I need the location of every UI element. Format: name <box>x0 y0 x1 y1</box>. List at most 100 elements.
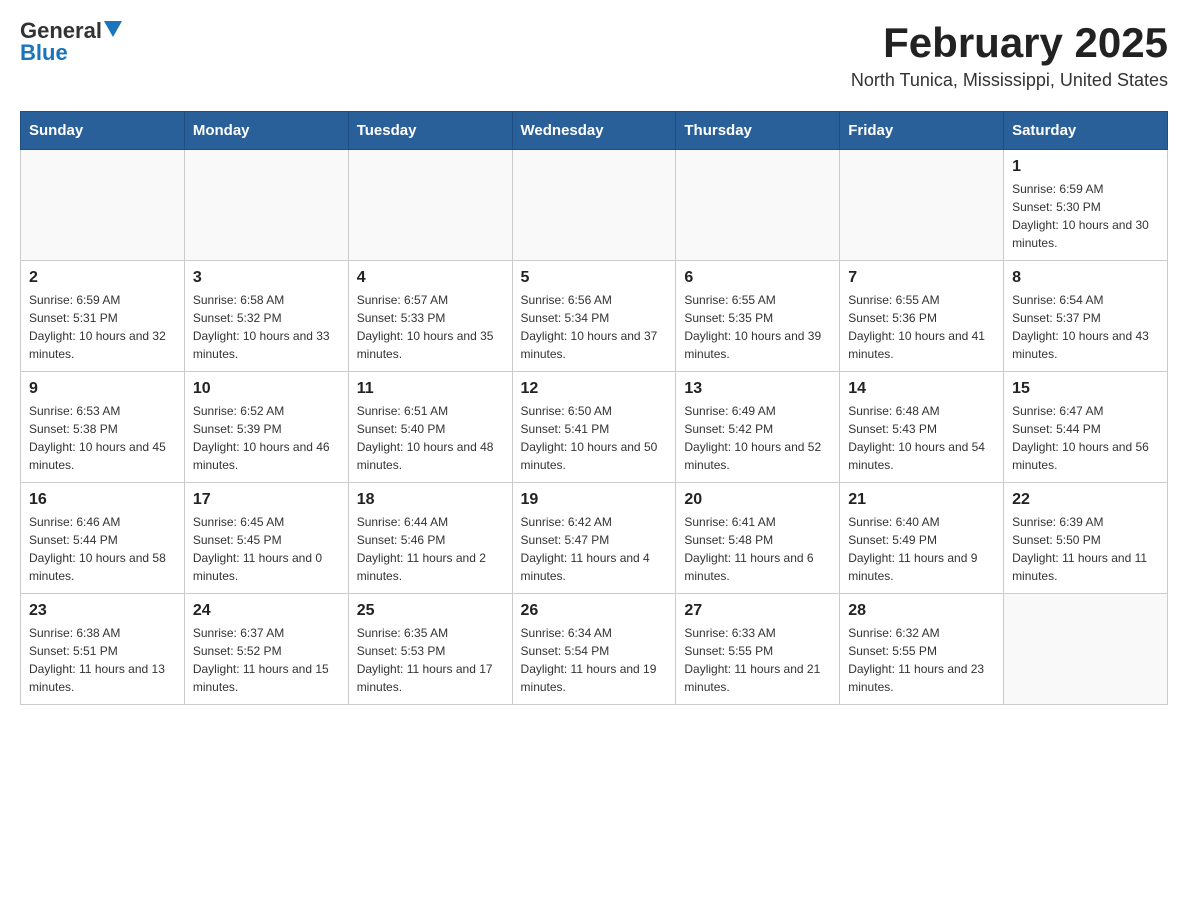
day-number: 1 <box>1012 158 1159 176</box>
calendar-day-cell: 17Sunrise: 6:45 AMSunset: 5:45 PMDayligh… <box>184 483 348 594</box>
day-number: 12 <box>521 380 668 398</box>
calendar-day-header: Tuesday <box>348 112 512 150</box>
day-number: 18 <box>357 491 504 509</box>
calendar-day-header: Saturday <box>1004 112 1168 150</box>
calendar-day-cell: 23 Sunrise: 6:38 AMSunset: 5:51 PMDayligh… <box>21 594 185 705</box>
day-number: 24 <box>193 602 340 620</box>
day-info: Sunrise: 6:55 AMSunset: 5:35 PMDaylight:… <box>684 291 831 363</box>
calendar-day-cell: 3 Sunrise: 6:58 AMSunset: 5:32 PMDaylight… <box>184 261 348 372</box>
calendar-day-header: Monday <box>184 112 348 150</box>
day-info: Sunrise: 6:59 AMSunset: 5:30 PMDaylight:… <box>1012 180 1159 252</box>
day-info: Sunrise: 6:58 AMSunset: 5:32 PMDaylight:… <box>193 291 340 363</box>
day-info: Sunrise: 6:35 AMSunset: 5:53 PMDaylight:… <box>357 624 504 696</box>
calendar-day-header: Wednesday <box>512 112 676 150</box>
day-info: Sunrise: 6:34 AMSunset: 5:54 PMDaylight:… <box>521 624 668 696</box>
page-header: General Blue February 2025 North Tunica,… <box>20 20 1168 91</box>
day-number: 25 <box>357 602 504 620</box>
day-info: Sunrise: 6:47 AMSunset: 5:44 PMDaylight:… <box>1012 402 1159 474</box>
calendar-day-cell: 6 Sunrise: 6:55 AMSunset: 5:35 PMDaylight… <box>676 261 840 372</box>
day-number: 17 <box>193 491 340 509</box>
calendar-day-cell <box>840 150 1004 261</box>
calendar-day-cell <box>512 150 676 261</box>
calendar-day-cell: 16Sunrise: 6:46 AMSunset: 5:44 PMDayligh… <box>21 483 185 594</box>
title-area: February 2025 North Tunica, Mississippi,… <box>851 20 1168 91</box>
calendar-day-cell: 14 Sunrise: 6:48 AMSunset: 5:43 PMDayligh… <box>840 372 1004 483</box>
calendar-week-row: 16Sunrise: 6:46 AMSunset: 5:44 PMDayligh… <box>21 483 1168 594</box>
calendar-day-cell <box>1004 594 1168 705</box>
day-number: 5 <box>521 269 668 287</box>
calendar-day-cell: 26 Sunrise: 6:34 AMSunset: 5:54 PMDayligh… <box>512 594 676 705</box>
day-number: 11 <box>357 380 504 398</box>
calendar-day-cell: 8 Sunrise: 6:54 AMSunset: 5:37 PMDaylight… <box>1004 261 1168 372</box>
calendar-day-cell: 25 Sunrise: 6:35 AMSunset: 5:53 PMDayligh… <box>348 594 512 705</box>
calendar-day-cell: 7 Sunrise: 6:55 AMSunset: 5:36 PMDaylight… <box>840 261 1004 372</box>
day-info: Sunrise: 6:55 AMSunset: 5:36 PMDaylight:… <box>848 291 995 363</box>
day-number: 7 <box>848 269 995 287</box>
calendar-week-row: 9Sunrise: 6:53 AMSunset: 5:38 PMDaylight… <box>21 372 1168 483</box>
calendar-day-cell: 19 Sunrise: 6:42 AMSunset: 5:47 PMDayligh… <box>512 483 676 594</box>
day-number: 23 <box>29 602 176 620</box>
day-number: 4 <box>357 269 504 287</box>
calendar-day-cell: 1 Sunrise: 6:59 AMSunset: 5:30 PMDaylight… <box>1004 150 1168 261</box>
day-info: Sunrise: 6:48 AMSunset: 5:43 PMDaylight:… <box>848 402 995 474</box>
day-number: 27 <box>684 602 831 620</box>
day-info: Sunrise: 6:37 AMSunset: 5:52 PMDaylight:… <box>193 624 340 696</box>
day-info: Sunrise: 6:51 AMSunset: 5:40 PMDaylight:… <box>357 402 504 474</box>
calendar-day-cell: 13Sunrise: 6:49 AMSunset: 5:42 PMDayligh… <box>676 372 840 483</box>
day-info: Sunrise: 6:50 AMSunset: 5:41 PMDaylight:… <box>521 402 668 474</box>
day-number: 2 <box>29 269 176 287</box>
day-info: Sunrise: 6:56 AMSunset: 5:34 PMDaylight:… <box>521 291 668 363</box>
calendar-day-cell: 28 Sunrise: 6:32 AMSunset: 5:55 PMDayligh… <box>840 594 1004 705</box>
calendar-day-cell: 10Sunrise: 6:52 AMSunset: 5:39 PMDayligh… <box>184 372 348 483</box>
day-info: Sunrise: 6:49 AMSunset: 5:42 PMDaylight:… <box>684 402 831 474</box>
day-info: Sunrise: 6:59 AMSunset: 5:31 PMDaylight:… <box>29 291 176 363</box>
day-number: 14 <box>848 380 995 398</box>
calendar-day-cell: 27 Sunrise: 6:33 AMSunset: 5:55 PMDayligh… <box>676 594 840 705</box>
day-number: 3 <box>193 269 340 287</box>
calendar-day-cell: 24 Sunrise: 6:37 AMSunset: 5:52 PMDayligh… <box>184 594 348 705</box>
calendar-week-row: 23 Sunrise: 6:38 AMSunset: 5:51 PMDayligh… <box>21 594 1168 705</box>
day-info: Sunrise: 6:44 AMSunset: 5:46 PMDaylight:… <box>357 513 504 585</box>
logo-arrow-icon <box>104 21 122 37</box>
calendar-table: SundayMondayTuesdayWednesdayThursdayFrid… <box>20 111 1168 705</box>
calendar-day-cell: 4 Sunrise: 6:57 AMSunset: 5:33 PMDaylight… <box>348 261 512 372</box>
day-info: Sunrise: 6:57 AMSunset: 5:33 PMDaylight:… <box>357 291 504 363</box>
calendar-day-cell: 12 Sunrise: 6:50 AMSunset: 5:41 PMDayligh… <box>512 372 676 483</box>
calendar-day-cell <box>21 150 185 261</box>
calendar-day-cell: 20 Sunrise: 6:41 AMSunset: 5:48 PMDayligh… <box>676 483 840 594</box>
location-title: North Tunica, Mississippi, United States <box>851 70 1168 91</box>
day-info: Sunrise: 6:38 AMSunset: 5:51 PMDaylight:… <box>29 624 176 696</box>
day-number: 19 <box>521 491 668 509</box>
day-info: Sunrise: 6:39 AMSunset: 5:50 PMDaylight:… <box>1012 513 1159 585</box>
calendar-day-cell: 18 Sunrise: 6:44 AMSunset: 5:46 PMDayligh… <box>348 483 512 594</box>
day-info: Sunrise: 6:32 AMSunset: 5:55 PMDaylight:… <box>848 624 995 696</box>
calendar-day-cell: 21 Sunrise: 6:40 AMSunset: 5:49 PMDayligh… <box>840 483 1004 594</box>
calendar-day-header: Sunday <box>21 112 185 150</box>
day-info: Sunrise: 6:46 AMSunset: 5:44 PMDaylight:… <box>29 513 176 585</box>
day-number: 21 <box>848 491 995 509</box>
calendar-day-header: Thursday <box>676 112 840 150</box>
calendar-day-cell <box>676 150 840 261</box>
day-number: 8 <box>1012 269 1159 287</box>
calendar-day-cell: 11 Sunrise: 6:51 AMSunset: 5:40 PMDayligh… <box>348 372 512 483</box>
calendar-day-cell: 22 Sunrise: 6:39 AMSunset: 5:50 PMDayligh… <box>1004 483 1168 594</box>
calendar-day-cell: 2 Sunrise: 6:59 AMSunset: 5:31 PMDaylight… <box>21 261 185 372</box>
day-number: 22 <box>1012 491 1159 509</box>
day-number: 6 <box>684 269 831 287</box>
calendar-day-cell <box>184 150 348 261</box>
calendar-day-cell: 9Sunrise: 6:53 AMSunset: 5:38 PMDaylight… <box>21 372 185 483</box>
day-number: 26 <box>521 602 668 620</box>
day-info: Sunrise: 6:42 AMSunset: 5:47 PMDaylight:… <box>521 513 668 585</box>
day-number: 28 <box>848 602 995 620</box>
day-number: 15 <box>1012 380 1159 398</box>
day-number: 10 <box>193 380 340 398</box>
logo-blue-text: Blue <box>20 40 68 65</box>
logo-general-text: General <box>20 20 102 42</box>
day-info: Sunrise: 6:41 AMSunset: 5:48 PMDaylight:… <box>684 513 831 585</box>
day-info: Sunrise: 6:53 AMSunset: 5:38 PMDaylight:… <box>29 402 176 474</box>
day-number: 20 <box>684 491 831 509</box>
day-info: Sunrise: 6:33 AMSunset: 5:55 PMDaylight:… <box>684 624 831 696</box>
day-info: Sunrise: 6:54 AMSunset: 5:37 PMDaylight:… <box>1012 291 1159 363</box>
calendar-day-cell: 5 Sunrise: 6:56 AMSunset: 5:34 PMDaylight… <box>512 261 676 372</box>
day-info: Sunrise: 6:40 AMSunset: 5:49 PMDaylight:… <box>848 513 995 585</box>
